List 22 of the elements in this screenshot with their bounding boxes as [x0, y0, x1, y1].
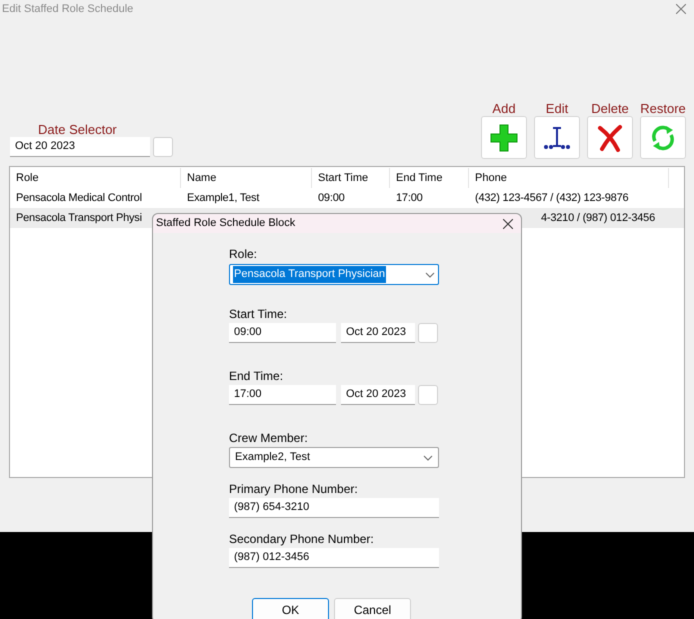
table-cell-text: Pensacola Medical Control	[16, 190, 142, 206]
dialog-title: Staffed Role Schedule Block	[156, 216, 296, 232]
field-label: Primary Phone Number:	[229, 481, 359, 497]
field-label: Secondary Phone Number:	[229, 531, 375, 547]
table-cell-text: 4-3210 / (987) 012-3456	[540, 210, 655, 226]
toolbar-label: Edit	[546, 101, 568, 116]
window-title: Edit Staffed Role Schedule	[2, 2, 134, 17]
toolbar-label: Restore	[640, 101, 686, 116]
field-label: Start Time:	[229, 306, 288, 322]
toolbar-label: Add	[492, 101, 516, 116]
field-label: Crew Member:	[229, 430, 309, 446]
table-cell-text: Example1, Test	[187, 190, 260, 206]
date-selector-label: Date Selector	[38, 122, 118, 137]
table-cell-text: (432) 123-4567 / (432) 123-9876	[475, 190, 628, 206]
field-label: Role:	[229, 246, 258, 262]
dropdown-value: Pensacola Transport Physician	[233, 266, 386, 283]
table-cell-text: 17:00	[396, 190, 423, 206]
table-cell-text: 09:00	[318, 190, 345, 206]
dropdown-value: Example2, Test	[235, 450, 310, 466]
field-label: End Time:	[229, 368, 284, 384]
table-cell-text: Pensacola Transport Physi	[16, 210, 142, 226]
toolbar-label: Delete	[591, 101, 629, 116]
